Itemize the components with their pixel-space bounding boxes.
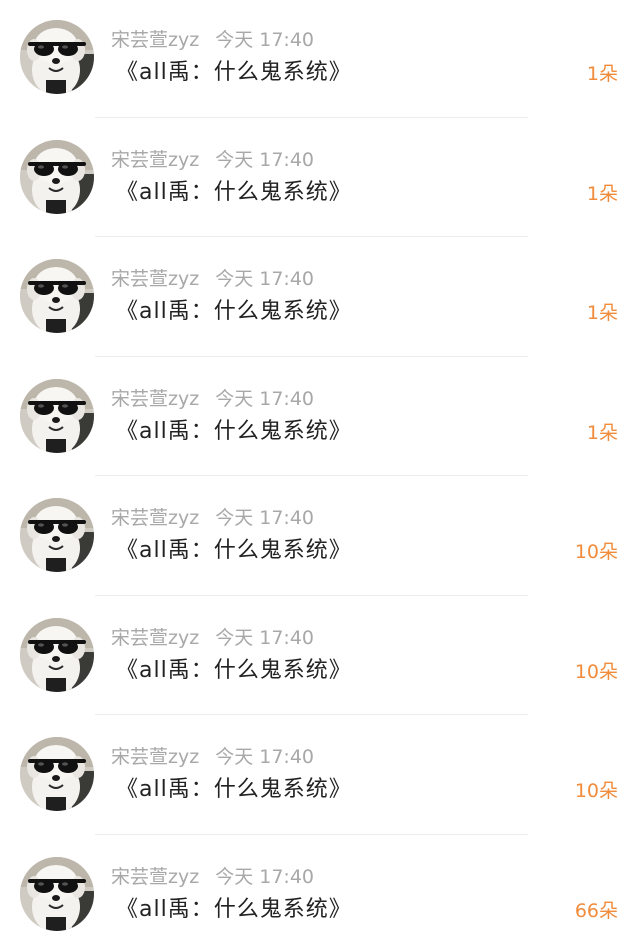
list-item[interactable]: 宋芸萱zyz 今天 17:40 《all禹：什么鬼系统》 1朵 xyxy=(0,120,640,240)
username[interactable]: 宋芸萱zyz xyxy=(111,627,199,649)
work-title[interactable]: 《all禹：什么鬼系统》 xyxy=(116,178,352,208)
work-title[interactable]: 《all禹：什么鬼系统》 xyxy=(116,775,352,805)
flower-count: 10朵 xyxy=(574,541,618,563)
timestamp: 今天 17:40 xyxy=(215,746,314,768)
divider xyxy=(95,236,528,237)
dog-with-sunglasses-avatar-icon[interactable] xyxy=(20,856,94,931)
list-item[interactable]: 宋芸萱zyz 今天 17:40 《all禹：什么鬼系统》 10朵 xyxy=(0,478,640,598)
divider xyxy=(95,714,528,715)
flower-count: 1朵 xyxy=(586,182,618,205)
dog-with-sunglasses-avatar-icon[interactable] xyxy=(20,139,94,214)
work-title[interactable]: 《all禹：什么鬼系统》 xyxy=(116,297,352,327)
username[interactable]: 宋芸萱zyz xyxy=(111,388,199,410)
dog-with-sunglasses-avatar-icon[interactable] xyxy=(20,498,94,572)
flower-count: 1朵 xyxy=(586,302,618,324)
divider xyxy=(95,355,528,357)
item-meta: 宋芸萱zyz 今天 17:40 xyxy=(111,744,314,770)
timestamp: 今天 17:40 xyxy=(215,29,314,51)
flower-count: 1朵 xyxy=(586,421,618,444)
item-meta: 宋芸萱zyz 今天 17:40 xyxy=(111,147,314,173)
item-meta: 宋芸萱zyz 今天 17:40 xyxy=(111,864,314,890)
item-meta: 宋芸萱zyz 今天 17:40 xyxy=(111,505,314,531)
list-item[interactable]: 宋芸萱zyz 今天 17:40 《all禹：什么鬼系统》 1朵 xyxy=(0,239,640,359)
list-item[interactable]: 宋芸萱zyz 今天 17:40 《all禹：什么鬼系统》 10朵 xyxy=(0,717,640,837)
item-meta: 宋芸萱zyz 今天 17:40 xyxy=(111,27,314,53)
list-item[interactable]: 宋芸萱zyz 今天 17:40 《all禹：什么鬼系统》 10朵 xyxy=(0,598,640,718)
flower-count: 66朵 xyxy=(574,899,618,922)
dog-with-sunglasses-avatar-icon[interactable] xyxy=(20,20,94,94)
list-item[interactable]: 宋芸萱zyz 今天 17:40 《all禹：什么鬼系统》 66朵 xyxy=(0,837,640,950)
dog-with-sunglasses-avatar-icon[interactable] xyxy=(20,259,94,333)
divider xyxy=(95,475,528,476)
dog-with-sunglasses-avatar-icon[interactable] xyxy=(20,617,94,692)
work-title[interactable]: 《all禹：什么鬼系统》 xyxy=(116,536,352,566)
timestamp: 今天 17:40 xyxy=(215,626,314,649)
gift-record-list: 宋芸萱zyz 今天 17:40 《all禹：什么鬼系统》 1朵 宋芸萱zyz 今天 … xyxy=(0,0,640,950)
flower-count: 10朵 xyxy=(574,660,618,683)
timestamp: 今天 17:40 xyxy=(215,268,314,290)
list-item[interactable]: 宋芸萱zyz 今天 17:40 《all禹：什么鬼系统》 1朵 xyxy=(0,359,640,479)
timestamp: 今天 17:40 xyxy=(215,387,314,410)
divider xyxy=(95,116,528,118)
flower-count: 10朵 xyxy=(574,780,618,802)
username[interactable]: 宋芸萱zyz xyxy=(111,866,199,888)
work-title[interactable]: 《all禹：什么鬼系统》 xyxy=(116,417,352,447)
username[interactable]: 宋芸萱zyz xyxy=(111,746,199,768)
dog-with-sunglasses-avatar-icon[interactable] xyxy=(20,378,94,453)
flower-count: 1朵 xyxy=(586,63,618,85)
work-title[interactable]: 《all禹：什么鬼系统》 xyxy=(116,58,352,88)
username[interactable]: 宋芸萱zyz xyxy=(111,268,199,290)
username[interactable]: 宋芸萱zyz xyxy=(111,507,199,529)
divider xyxy=(95,594,528,596)
timestamp: 今天 17:40 xyxy=(215,507,314,529)
item-meta: 宋芸萱zyz 今天 17:40 xyxy=(111,625,314,651)
timestamp: 今天 17:40 xyxy=(215,148,314,171)
work-title[interactable]: 《all禹：什么鬼系统》 xyxy=(116,895,352,925)
dog-with-sunglasses-avatar-icon[interactable] xyxy=(20,737,94,811)
list-item[interactable]: 宋芸萱zyz 今天 17:40 《all禹：什么鬼系统》 1朵 xyxy=(0,0,640,120)
username[interactable]: 宋芸萱zyz xyxy=(111,29,199,51)
item-meta: 宋芸萱zyz 今天 17:40 xyxy=(111,266,314,292)
item-meta: 宋芸萱zyz 今天 17:40 xyxy=(111,386,314,412)
divider xyxy=(95,833,528,835)
work-title[interactable]: 《all禹：什么鬼系统》 xyxy=(116,656,352,686)
username[interactable]: 宋芸萱zyz xyxy=(111,149,199,171)
timestamp: 今天 17:40 xyxy=(215,865,314,888)
